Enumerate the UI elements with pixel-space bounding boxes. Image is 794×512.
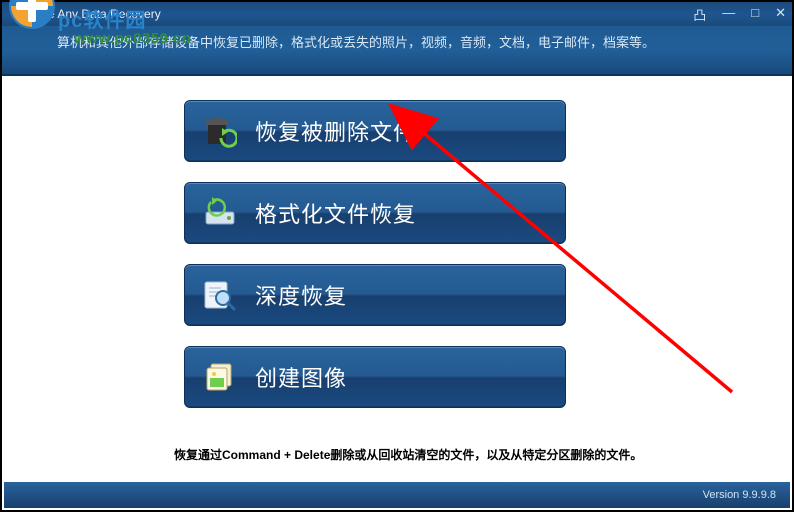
deep-recovery-button[interactable]: 深度恢复 <box>184 264 566 326</box>
content-area: 恢复被删除文件 格式化文件恢复 <box>4 78 790 480</box>
magnifier-icon <box>203 278 237 312</box>
tray-button[interactable]: 凸 <box>693 5 706 24</box>
version-label: Version 9.9.9.8 <box>703 489 776 501</box>
create-image-label: 创建图像 <box>255 361 347 393</box>
minimize-button[interactable]: — <box>722 5 735 24</box>
app-window: Free Any Data Recovery 凸 — □ ✕ 算机和其他外部存储… <box>0 0 794 512</box>
recover-deleted-label: 恢复被删除文件 <box>255 115 416 147</box>
drive-icon <box>203 196 237 230</box>
trash-recover-icon <box>203 114 237 148</box>
footer: Version 9.9.9.8 <box>4 482 790 508</box>
watermark-text-site: pc软件园 <box>58 4 146 33</box>
deep-recovery-label: 深度恢复 <box>255 279 347 311</box>
window-controls: 凸 — □ ✕ <box>693 5 786 24</box>
watermark-logo-icon <box>8 0 56 30</box>
recover-formatted-label: 格式化文件恢复 <box>255 197 416 229</box>
maximize-button[interactable]: □ <box>751 5 759 24</box>
watermark-text-url: www.pc0359.cn <box>74 30 192 47</box>
close-button[interactable]: ✕ <box>775 5 786 24</box>
image-copy-icon <box>203 360 237 394</box>
recover-deleted-button[interactable]: 恢复被删除文件 <box>184 100 566 162</box>
recover-formatted-button[interactable]: 格式化文件恢复 <box>184 182 566 244</box>
create-image-button[interactable]: 创建图像 <box>184 346 566 408</box>
hint-text: 恢复通过Command + Delete删除或从回收站清空的文件，以及从特定分区… <box>174 446 642 463</box>
